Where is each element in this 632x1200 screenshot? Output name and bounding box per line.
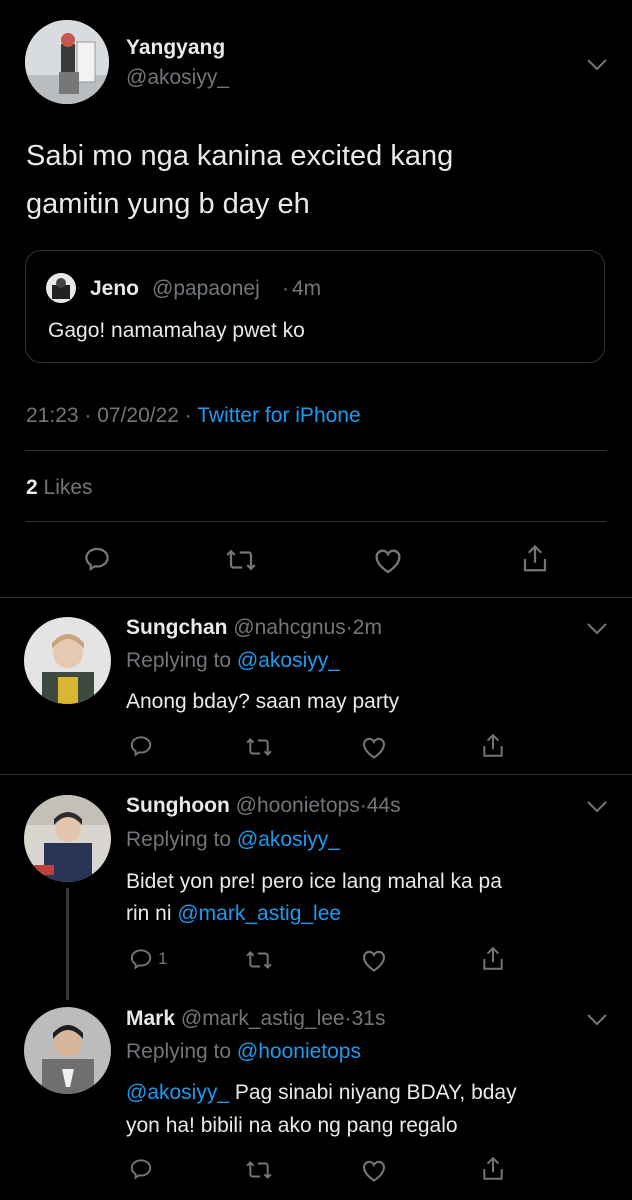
share-button[interactable] (480, 1154, 506, 1184)
reply-display-name[interactable]: Sungchan (126, 616, 228, 639)
divider (25, 450, 607, 451)
reply-icon (130, 736, 152, 757)
like-icon (363, 737, 385, 759)
chevron-down-icon[interactable] (586, 622, 608, 636)
reply-text-line1: @akosiyy_ Pag sinabi niyang BDAY, bday (126, 1081, 517, 1105)
mention-link[interactable]: @akosiyy_ (126, 1081, 229, 1104)
reply-header: Sunghoon @hoonietops·44s (126, 794, 401, 818)
replying-to-link[interactable]: @hoonietops (237, 1040, 361, 1063)
quoted-separator: · (282, 277, 289, 300)
reply-text-prefix: rin ni (126, 902, 178, 925)
reply-button[interactable] (128, 733, 154, 759)
avatar-sungchan[interactable] (24, 617, 111, 704)
likes-label: Likes (43, 476, 93, 499)
retweet-icon (246, 738, 272, 756)
main-tweet-text-line1: Sabi mo nga kanina excited kang (26, 140, 454, 172)
divider (25, 521, 607, 522)
retweet-icon (226, 549, 256, 571)
like-icon (375, 549, 401, 574)
replying-to: Replying to @hoonietops (126, 1040, 361, 1064)
like-button[interactable] (372, 545, 404, 575)
quoted-handle: @papaonej (152, 277, 260, 300)
like-icon (363, 950, 385, 972)
replying-to-link[interactable]: @akosiyy_ (237, 649, 340, 672)
reply-icon (130, 949, 152, 970)
likes-count: 2 (26, 476, 38, 499)
replying-to-link[interactable]: @akosiyy_ (237, 828, 340, 851)
reply-text-rest: Pag sinabi niyang BDAY, bday (229, 1081, 517, 1104)
quoted-tweet-card[interactable]: Jeno @papaonej · 4m Gago! namamahay pwet… (25, 250, 605, 363)
avatar-yangyang[interactable] (25, 20, 109, 104)
retweet-icon (246, 1161, 272, 1179)
replying-label: Replying to (126, 828, 232, 851)
retweet-button[interactable] (244, 734, 274, 760)
avatar-mark[interactable] (24, 1007, 111, 1094)
source-link[interactable]: Twitter for iPhone (197, 404, 360, 427)
like-button[interactable] (360, 734, 388, 760)
chevron-down-icon[interactable] (586, 1013, 608, 1027)
share-button[interactable] (520, 542, 550, 576)
share-icon (483, 946, 503, 970)
share-icon (483, 733, 503, 757)
retweet-button[interactable] (224, 545, 258, 575)
reply-button[interactable] (128, 1156, 154, 1182)
reply-handle[interactable]: @nahcgnus (233, 616, 345, 639)
reply-time: 31s (351, 1007, 386, 1030)
share-button[interactable] (480, 944, 506, 974)
replying-label: Replying to (126, 1040, 232, 1063)
like-icon (363, 1160, 385, 1182)
replying-to: Replying to @akosiyy_ (126, 649, 340, 673)
mention-link[interactable]: @mark_astig_lee (177, 902, 341, 925)
chevron-down-icon[interactable] (586, 58, 608, 72)
retweet-button[interactable] (244, 947, 274, 973)
share-button[interactable] (480, 731, 506, 761)
retweet-icon (246, 951, 272, 969)
tweet-meta: 21:23 · 07/20/22 · Twitter for iPhone (26, 404, 361, 428)
main-handle[interactable]: @akosiyy_ (126, 66, 229, 90)
reply-icon (130, 1159, 152, 1180)
reply-icon (85, 547, 109, 572)
reply-text: Anong bday? saan may party (126, 690, 400, 713)
reply-header: Mark @mark_astig_lee·31s (126, 1007, 385, 1031)
avatar-sunghoon[interactable] (24, 795, 111, 882)
separator: · (344, 1007, 352, 1030)
main-tweet-text-line2: gamitin yung b day eh (26, 188, 310, 220)
divider (0, 774, 632, 775)
reply-text-line1: Bidet yon pre! pero ice lang mahal ka pa (126, 870, 502, 893)
reply-time: 44s (366, 794, 401, 817)
chevron-down-icon[interactable] (586, 800, 608, 814)
reply-button[interactable]: 1 (128, 946, 167, 972)
replying-label: Replying to (126, 649, 232, 672)
timestamp: 21:23 · 07/20/22 · (26, 404, 198, 427)
reply-handle[interactable]: @mark_astig_lee (181, 1007, 345, 1030)
thread-line (66, 888, 69, 1000)
quoted-text: Gago! namamahay pwet ko (48, 319, 305, 342)
reply-text-line2: rin ni @mark_astig_lee (126, 902, 341, 926)
reply-display-name[interactable]: Sunghoon (126, 794, 230, 817)
like-button[interactable] (360, 947, 388, 973)
reply-time: 2m (352, 616, 382, 639)
reply-text-line2: yon ha! bibili na ako ng pang regalo (126, 1114, 458, 1137)
like-button[interactable] (360, 1157, 388, 1183)
main-display-name[interactable]: Yangyang (126, 36, 225, 60)
reply-header: Sungchan @nahcgnus·2m (126, 616, 382, 640)
separator: · (359, 794, 367, 817)
reply-count: 1 (158, 949, 168, 968)
divider (0, 597, 632, 598)
reply-handle[interactable]: @hoonietops (236, 794, 360, 817)
reply-button[interactable] (82, 544, 112, 574)
reply-display-name[interactable]: Mark (126, 1007, 175, 1030)
share-icon (523, 544, 547, 572)
replying-to: Replying to @akosiyy_ (126, 828, 340, 852)
separator: · (345, 616, 353, 639)
quoted-time: 4m (292, 277, 322, 300)
share-icon (483, 1156, 503, 1180)
likes-stat[interactable]: 2 Likes (26, 476, 93, 500)
quoted-display-name: Jeno (90, 277, 140, 300)
avatar-jeno (46, 273, 76, 303)
retweet-button[interactable] (244, 1157, 274, 1183)
